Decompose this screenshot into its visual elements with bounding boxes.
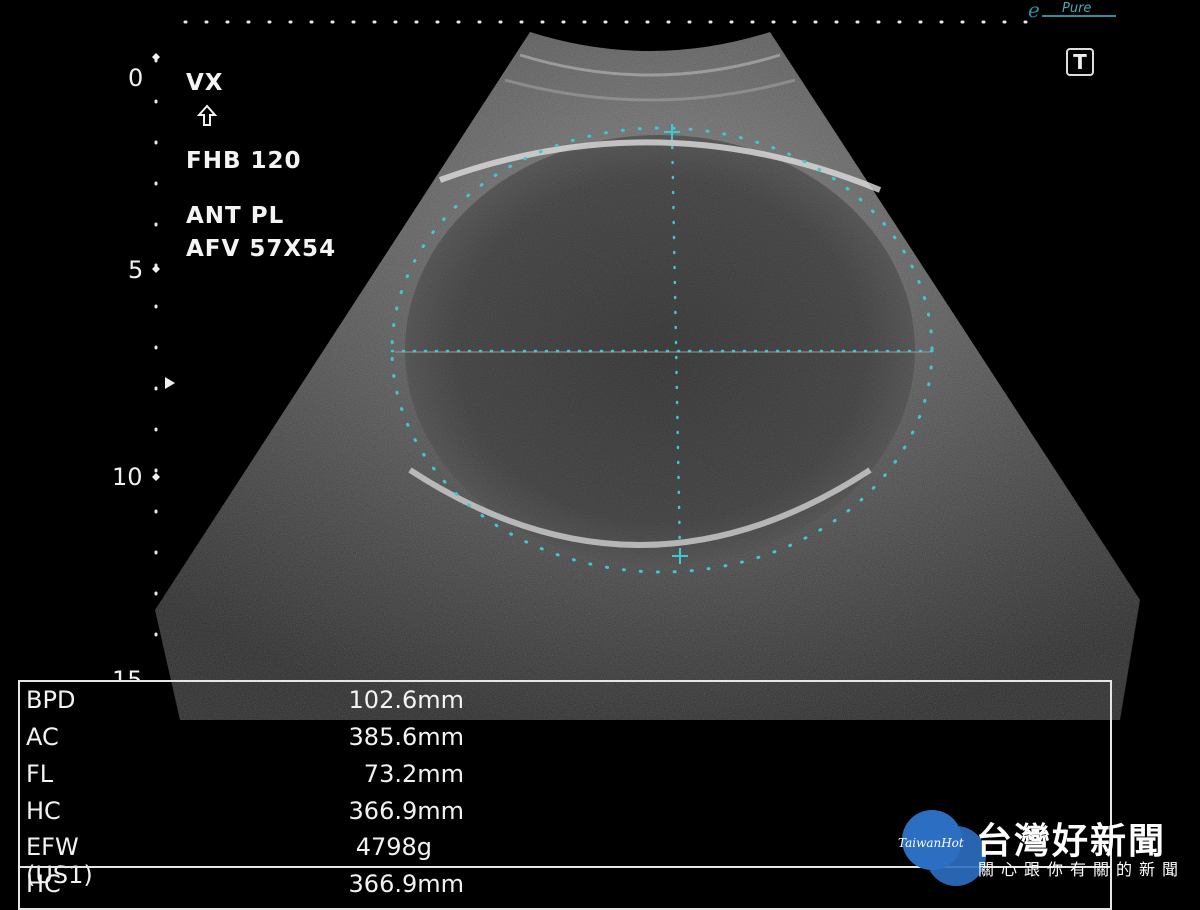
depth-label-0: 0 <box>128 64 144 92</box>
focus-marker-icon <box>165 377 175 389</box>
measurement-label: FL <box>26 760 54 788</box>
measurement-value: 385.6mm <box>348 723 464 751</box>
up-arrow-outline-icon <box>196 104 218 126</box>
measurement-label: AC <box>26 723 59 751</box>
depth-label-5: 5 <box>128 256 144 284</box>
measurement-value: 4798g <box>355 833 432 861</box>
measurement-value: 73.2mm <box>363 760 464 788</box>
watermark-logo: TaiwanHot 台灣好新聞 關心跟你有關的新聞 <box>896 806 1196 896</box>
annotation-fhb: FHB 120 <box>186 148 302 174</box>
brand-logo: ℯ Pure <box>1028 0 1118 22</box>
brand-swoosh-icon: ℯ <box>1028 0 1040 22</box>
annotation-placenta: ANT PL <box>186 203 285 229</box>
measurement-label: BPD <box>26 686 76 714</box>
watermark-chinese-subtitle: 關心跟你有關的新聞 <box>978 860 1186 879</box>
depth-label-10: 10 <box>112 463 143 491</box>
depth-label-15: 15 <box>112 666 143 680</box>
current-measurement-label: HC <box>26 870 61 898</box>
measurement-value: 102.6mm <box>348 686 464 714</box>
measurement-label: HC <box>26 797 61 825</box>
brand-label: Pure <box>1062 1 1092 16</box>
measurement-value: 366.9mm <box>348 797 464 825</box>
current-measurement-value: 366.9mm <box>348 870 464 898</box>
annotation-afv: AFV 57X54 <box>186 236 337 262</box>
watermark-english-mark: TaiwanHot <box>898 836 964 850</box>
mode-t-button[interactable]: T <box>1066 48 1094 76</box>
annotation-vx: VX <box>186 70 224 96</box>
